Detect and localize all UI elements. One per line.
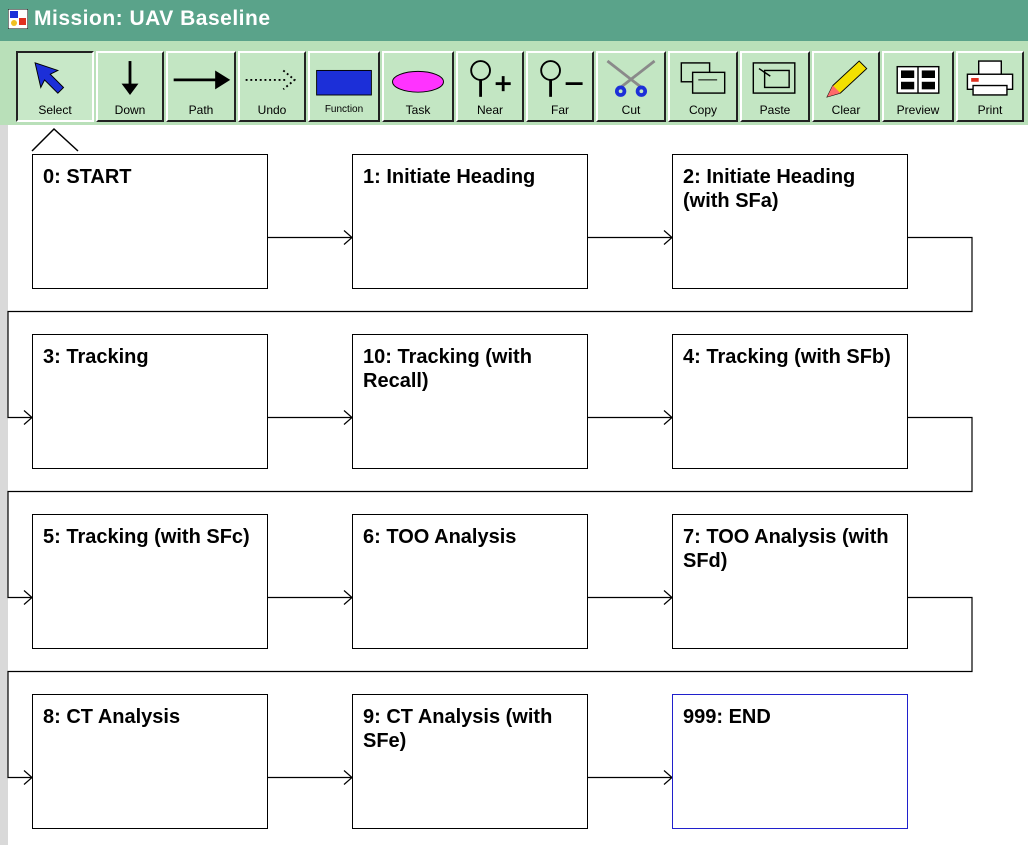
node-8-label: 8: CT Analysis (43, 706, 181, 728)
node-6[interactable]: 6: TOO Analysis (352, 514, 588, 649)
near-button[interactable]: Near (456, 51, 524, 122)
edge-8-9[interactable] (268, 770, 353, 785)
clear-button[interactable]: Clear (812, 51, 880, 122)
select-button[interactable]: Select (16, 51, 94, 122)
function-button[interactable]: Function (308, 51, 380, 122)
node-3-label: 3: Tracking (43, 346, 149, 368)
edge-6-7[interactable] (588, 590, 673, 605)
node-999-label: 999: END (683, 706, 771, 728)
node-0-label: 0: START (43, 166, 132, 188)
node-10-label: 10: Tracking (with Recall) (363, 346, 532, 392)
paste-icon (752, 62, 796, 94)
select-button-label: Select (38, 103, 72, 117)
app-icon (8, 9, 28, 29)
function-rectangle-icon (316, 69, 372, 96)
node-7-label: 7: TOO Analysis (with SFd) (683, 526, 889, 572)
node-10[interactable]: 10: Tracking (with Recall) (352, 334, 588, 469)
printer-icon (966, 60, 1014, 96)
far-button-label: Far (551, 103, 569, 117)
edge-0-1[interactable] (268, 230, 353, 245)
preview-button-label: Preview (896, 103, 940, 117)
task-ellipse-icon (392, 70, 444, 93)
node-1-label: 1: Initiate Heading (363, 166, 536, 188)
copy-button[interactable]: Copy (668, 51, 738, 122)
node-7[interactable]: 7: TOO Analysis (with SFd) (672, 514, 908, 649)
path-arrow-icon (173, 70, 231, 90)
task-button[interactable]: Task (382, 51, 454, 122)
print-button[interactable]: Print (956, 51, 1024, 122)
preview-icon (896, 65, 940, 94)
node-999[interactable]: 999: END (672, 694, 908, 829)
node-5[interactable]: 5: Tracking (with SFc) (32, 514, 268, 649)
node-4[interactable]: 4: Tracking (with SFb) (672, 334, 908, 469)
path-button-label: Path (188, 103, 214, 117)
node-9[interactable]: 9: CT Analysis (with SFe) (352, 694, 588, 829)
near-button-label: Near (476, 103, 503, 117)
node-6-label: 6: TOO Analysis (363, 526, 517, 548)
eraser-pencil-icon (826, 60, 868, 98)
node-1[interactable]: 1: Initiate Heading (352, 154, 588, 289)
down-button-label: Down (114, 103, 146, 117)
selection-caret (31, 127, 79, 152)
toolbar: Select Down Path Undo Function Task Near… (0, 41, 1028, 125)
function-button-label: Function (324, 104, 364, 115)
down-button[interactable]: Down (96, 51, 164, 122)
title-bar: Mission: UAV Baseline (0, 0, 1028, 42)
edge-1-2[interactable] (588, 230, 673, 245)
node-2-label: 2: Initiate Heading (with SFa) (683, 166, 856, 212)
cut-button[interactable]: Cut (596, 51, 666, 122)
node-3[interactable]: 3: Tracking (32, 334, 268, 469)
path-button[interactable]: Path (166, 51, 236, 122)
undo-button[interactable]: Undo (238, 51, 306, 122)
undo-button-label: Undo (257, 103, 287, 117)
node-9-label: 9: CT Analysis (with SFe) (363, 706, 553, 752)
zoom-out-icon (540, 60, 583, 97)
node-0[interactable]: 0: START (32, 154, 268, 289)
task-button-label: Task (405, 103, 431, 117)
node-2[interactable]: 2: Initiate Heading (with SFa) (672, 154, 908, 289)
preview-button[interactable]: Preview (882, 51, 954, 122)
edge-5-6[interactable] (268, 590, 353, 605)
select-arrow-icon (34, 62, 65, 94)
node-5-label: 5: Tracking (with SFc) (43, 526, 250, 548)
undo-dotted-arrow-icon (245, 69, 297, 91)
paste-button-label: Paste (759, 103, 791, 117)
edge-3-10[interactable] (268, 410, 353, 425)
scissors-icon (606, 59, 656, 97)
copy-button-label: Copy (688, 103, 717, 117)
window-title: Mission: UAV Baseline (34, 7, 271, 30)
edge-10-4[interactable] (588, 410, 673, 425)
cut-button-label: Cut (621, 103, 641, 117)
far-button[interactable]: Far (526, 51, 594, 122)
paste-button[interactable]: Paste (740, 51, 810, 122)
edge-9-999[interactable] (588, 770, 673, 785)
node-4-label: 4: Tracking (with SFb) (683, 346, 891, 368)
copy-icon (680, 62, 726, 94)
zoom-in-icon (470, 60, 511, 97)
node-8[interactable]: 8: CT Analysis (32, 694, 268, 829)
down-arrow-icon (121, 61, 139, 95)
clear-button-label: Clear (831, 103, 861, 117)
print-button-label: Print (977, 103, 1003, 117)
